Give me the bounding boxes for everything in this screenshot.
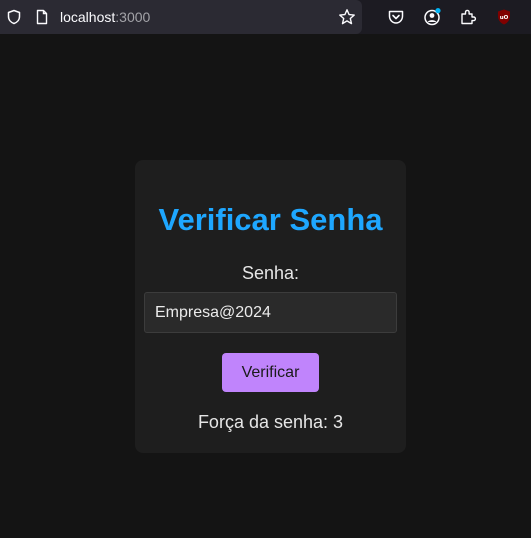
verify-button[interactable]: Verificar (222, 353, 319, 392)
ublock-icon[interactable]: uO (495, 8, 513, 26)
browser-toolbar: localhost:3000 uO (0, 0, 531, 34)
pocket-icon[interactable] (387, 8, 405, 26)
shield-icon[interactable] (6, 9, 22, 25)
page-icon[interactable] (34, 9, 50, 25)
url-port: :3000 (115, 9, 151, 25)
account-icon[interactable] (423, 8, 441, 26)
password-strength-result: Força da senha: 3 (135, 411, 406, 433)
password-label: Senha: (241, 263, 300, 283)
bookmark-star-icon[interactable] (338, 8, 356, 26)
password-strength-value: 3 (333, 412, 344, 432)
svg-text:uO: uO (500, 15, 509, 21)
extensions-icon[interactable] (459, 8, 477, 26)
password-check-card: Verificar Senha Senha: Verificar Força d… (135, 160, 406, 453)
url-bar[interactable]: localhost:3000 (0, 0, 362, 34)
password-strength-label: Força da senha: (197, 412, 329, 432)
page-title: Verificar Senha (158, 202, 383, 237)
url-text[interactable]: localhost:3000 (60, 9, 150, 25)
url-host: localhost (60, 9, 116, 25)
password-input[interactable] (144, 292, 397, 333)
